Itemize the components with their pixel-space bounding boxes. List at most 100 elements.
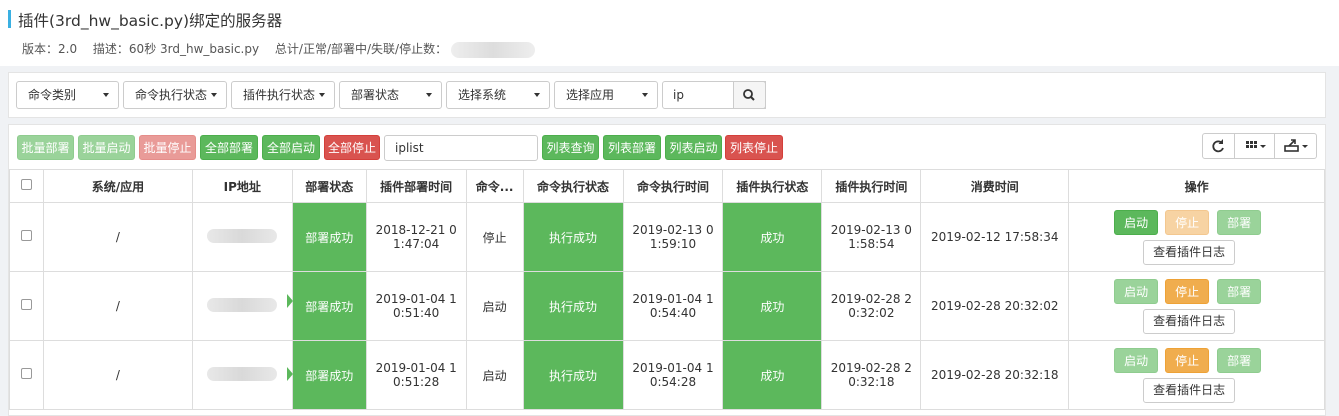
refresh-button[interactable]	[1202, 133, 1235, 159]
select-all-cell[interactable]	[9, 169, 44, 203]
page-header: 插件(3rd_hw_basic.py)绑定的服务器 版本：2.0 描述：60秒 …	[0, 0, 1339, 66]
export-button[interactable]	[1274, 133, 1317, 159]
stop-button[interactable]: 停止	[1165, 348, 1210, 373]
command-cell: 启动	[465, 271, 524, 341]
caret-down-icon	[534, 93, 540, 97]
list-stop-button[interactable]: 列表停止	[725, 135, 783, 160]
deploy-status-cell: 部署成功	[291, 202, 367, 272]
cmd-time-cell: 2019-01-04 1 0:54:28	[622, 340, 724, 410]
deploy-status-cell: 部署成功	[291, 271, 367, 341]
grid-icon	[1246, 141, 1266, 148]
columns-button[interactable]	[1234, 133, 1275, 159]
stop-button[interactable]: 停止	[1165, 210, 1210, 235]
cost-time-cell: 2019-02-12 17:58:34	[920, 202, 1070, 272]
select-all-checkbox[interactable]	[20, 179, 32, 190]
cmd-time-cell: 2019-01-04 1 0:54:40	[622, 271, 724, 341]
filter-system-select[interactable]: 选择系统	[446, 81, 550, 109]
view-log-button[interactable]: 查看插件日志	[1143, 309, 1236, 334]
filter-command-type[interactable]: 命令类别	[16, 81, 119, 109]
col-header[interactable]: 命令执行时间	[622, 169, 724, 203]
view-log-button[interactable]: 查看插件日志	[1143, 240, 1236, 265]
deploy-time-cell: 2019-01-04 1 0:51:40	[365, 271, 467, 341]
row-checkbox[interactable]	[20, 299, 32, 310]
list-deploy-button[interactable]: 列表部署	[603, 135, 661, 160]
stats-redacted	[451, 41, 536, 58]
plugin-status-cell: 成功	[722, 271, 823, 341]
filter-bar: 命令类别 命令执行状态 插件执行状态 部署状态 选择系统 选择应用 ip	[8, 72, 1326, 118]
col-header[interactable]: 插件执行状态	[722, 169, 823, 203]
title-accent-bar	[8, 10, 11, 28]
batch-deploy-button[interactable]: 批量部署	[17, 135, 74, 160]
col-header[interactable]: 系统/应用	[42, 169, 193, 203]
arrow-right-icon	[286, 367, 293, 381]
plugin-meta: 版本：2.0 描述：60秒 3rd_hw_basic.py 总计/正常/部署中/…	[22, 40, 547, 58]
ip-redacted	[207, 366, 278, 381]
col-header[interactable]: IP地址	[191, 169, 293, 203]
list-start-button[interactable]: 列表启动	[665, 135, 722, 160]
page-title: 插件(3rd_hw_basic.py)绑定的服务器	[18, 12, 283, 30]
filter-command-status[interactable]: 命令执行状态	[123, 81, 227, 109]
server-list-panel: 批量部署 批量启动 批量停止 全部部署 全部启动 全部停止 iplist 列表查…	[8, 124, 1326, 416]
deploy-button[interactable]: 部署	[1217, 210, 1262, 235]
table-row: / 部署成功 2018-12-21 0 1:47:04 停止 执行成功 2019-…	[9, 202, 1325, 272]
caret-down-icon	[426, 93, 432, 97]
ip-redacted	[207, 228, 278, 243]
deploy-all-button[interactable]: 全部部署	[200, 135, 258, 160]
arrow-right-icon	[286, 294, 293, 308]
start-button[interactable]: 启动	[1114, 210, 1159, 235]
export-icon	[1284, 139, 1308, 152]
search-icon	[743, 89, 755, 101]
ops-cell: 启动 停止 部署 查看插件日志	[1068, 271, 1325, 341]
col-header[interactable]: 消费时间	[920, 169, 1070, 203]
ip-cell	[191, 271, 293, 341]
caret-down-icon	[211, 93, 217, 97]
ops-cell: 启动 停止 部署 查看插件日志	[1068, 340, 1325, 410]
ip-cell	[191, 340, 293, 410]
deploy-button[interactable]: 部署	[1217, 348, 1262, 373]
batch-start-button[interactable]: 批量启动	[78, 135, 135, 160]
ip-search-button[interactable]	[733, 81, 766, 109]
plugin-time-cell: 2019-02-13 0 1:58:54	[821, 202, 922, 272]
col-header[interactable]: 插件部署时间	[365, 169, 467, 203]
plugin-time-cell: 2019-02-28 2 0:32:18	[821, 340, 922, 410]
batch-stop-button[interactable]: 批量停止	[139, 135, 196, 160]
iplist-input[interactable]: iplist	[384, 135, 538, 161]
sys-app-cell: /	[42, 340, 193, 410]
col-header[interactable]: 命令...	[465, 169, 524, 203]
col-header: 操作	[1068, 169, 1325, 203]
deploy-time-cell: 2018-12-21 0 1:47:04	[365, 202, 467, 272]
stats-label: 总计/正常/部署中/失联/停止数：	[274, 42, 448, 56]
deploy-button[interactable]: 部署	[1217, 279, 1262, 304]
cmd-status-cell: 执行成功	[522, 340, 624, 410]
deploy-status-cell: 部署成功	[291, 340, 367, 410]
version-text: 版本：2.0	[22, 42, 78, 56]
command-cell: 停止	[465, 202, 524, 272]
col-header[interactable]: 部署状态	[291, 169, 367, 203]
cmd-status-cell: 执行成功	[522, 202, 624, 272]
start-all-button[interactable]: 全部启动	[262, 135, 320, 160]
stop-button[interactable]: 停止	[1165, 279, 1210, 304]
list-query-button[interactable]: 列表查询	[542, 135, 599, 160]
col-header[interactable]: 命令执行状态	[522, 169, 624, 203]
filter-app-select[interactable]: 选择应用	[554, 81, 658, 109]
sys-app-cell: /	[42, 202, 193, 272]
ip-cell	[191, 202, 293, 272]
row-checkbox[interactable]	[20, 230, 32, 241]
ip-redacted	[207, 297, 278, 312]
description-text: 描述：60秒 3rd_hw_basic.py	[92, 42, 260, 56]
start-button[interactable]: 启动	[1114, 279, 1159, 304]
cmd-time-cell: 2019-02-13 0 1:59:10	[622, 202, 724, 272]
server-table: 系统/应用 IP地址 部署状态 插件部署时间 命令... 命令执行状态 命令执行…	[9, 169, 1325, 410]
stop-all-button[interactable]: 全部停止	[324, 135, 380, 160]
col-header[interactable]: 插件执行时间	[821, 169, 922, 203]
filter-plugin-status[interactable]: 插件执行状态	[231, 81, 335, 109]
row-checkbox[interactable]	[20, 368, 32, 379]
start-button[interactable]: 启动	[1114, 348, 1159, 373]
cost-time-cell: 2019-02-28 20:32:18	[920, 340, 1070, 410]
caret-down-icon	[103, 93, 109, 97]
filter-deploy-status[interactable]: 部署状态	[339, 81, 442, 109]
sys-app-cell: /	[42, 271, 193, 341]
caret-down-icon	[642, 93, 648, 97]
cmd-status-cell: 执行成功	[522, 271, 624, 341]
view-log-button[interactable]: 查看插件日志	[1143, 378, 1236, 403]
